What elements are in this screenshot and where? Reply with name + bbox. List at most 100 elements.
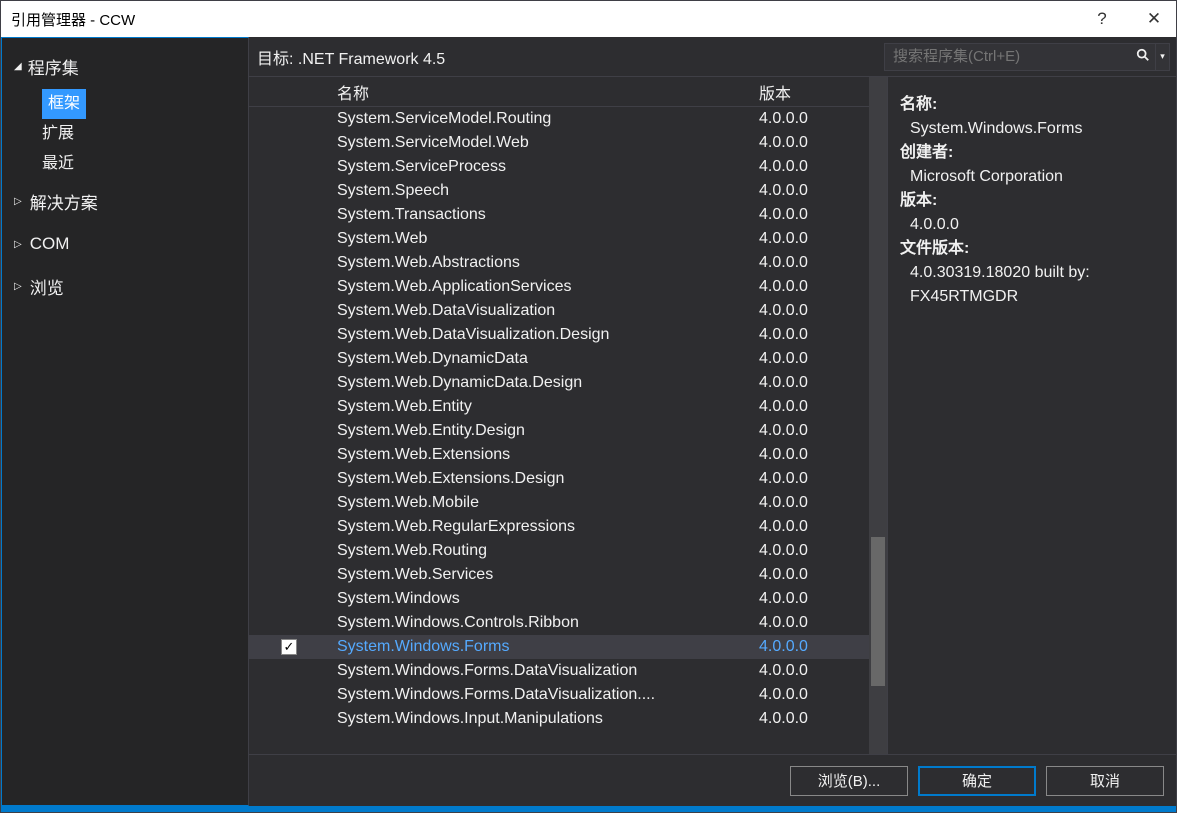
row-version: 4.0.0.0 <box>759 302 869 320</box>
row-name: System.Windows.Input.Manipulations <box>329 710 759 728</box>
detail-filever-value2: FX45RTMGDR <box>900 285 1166 309</box>
sidebar-tab-label: 程序集 <box>28 54 79 79</box>
detail-creator-value: Microsoft Corporation <box>900 165 1166 189</box>
row-name: System.Windows.Forms.DataVisualization <box>329 662 759 680</box>
row-name: System.Windows <box>329 590 759 608</box>
sidebar-group-label: COM <box>30 234 70 254</box>
col-version-header[interactable]: 版本 <box>759 80 869 104</box>
row-name: System.Web.Routing <box>329 542 759 560</box>
row-checkbox-cell[interactable]: ✓ <box>249 639 329 655</box>
cancel-button[interactable]: 取消 <box>1046 766 1164 796</box>
search-icon[interactable] <box>1131 48 1155 66</box>
row-version: 4.0.0.0 <box>759 158 869 176</box>
list-inner: 名称 版本 System.ServiceModel.Routing4.0.0.0… <box>249 77 869 754</box>
table-row[interactable]: System.Speech4.0.0.0 <box>249 179 869 203</box>
help-button[interactable]: ? <box>1090 9 1114 29</box>
row-version: 4.0.0.0 <box>759 278 869 296</box>
table-row[interactable]: System.Windows.Controls.Ribbon4.0.0.0 <box>249 611 869 635</box>
table-row[interactable]: System.Web.Mobile4.0.0.0 <box>249 491 869 515</box>
ok-button[interactable]: 确定 <box>918 766 1036 796</box>
table-row[interactable]: System.Web.DataVisualization.Design4.0.0… <box>249 323 869 347</box>
browse-button[interactable]: 浏览(B)... <box>790 766 908 796</box>
row-name: System.Web <box>329 230 759 248</box>
table-row[interactable]: System.Web4.0.0.0 <box>249 227 869 251</box>
sidebar-group-label: 浏览 <box>30 274 64 299</box>
list-body[interactable]: System.ServiceModel.Routing4.0.0.0System… <box>249 107 869 754</box>
target-value: .NET Framework 4.5 <box>298 51 445 68</box>
table-row[interactable]: System.Web.Abstractions4.0.0.0 <box>249 251 869 275</box>
sidebar-group-com[interactable]: ▷ COM <box>2 224 248 264</box>
row-version: 4.0.0.0 <box>759 206 869 224</box>
checkbox-checked-icon[interactable]: ✓ <box>281 639 297 655</box>
row-version: 4.0.0.0 <box>759 134 869 152</box>
row-version: 4.0.0.0 <box>759 590 869 608</box>
table-row[interactable]: System.Web.DataVisualization4.0.0.0 <box>249 299 869 323</box>
row-version: 4.0.0.0 <box>759 542 869 560</box>
table-row[interactable]: System.Windows4.0.0.0 <box>249 587 869 611</box>
table-row[interactable]: System.Web.Extensions.Design4.0.0.0 <box>249 467 869 491</box>
sidebar-sub: 框架 扩展 最近 <box>2 89 248 179</box>
row-version: 4.0.0.0 <box>759 182 869 200</box>
sidebar-group-browse[interactable]: ▷ 浏览 <box>2 264 248 309</box>
table-row[interactable]: System.Web.Extensions4.0.0.0 <box>249 443 869 467</box>
footer: 浏览(B)... 确定 取消 <box>249 754 1176 806</box>
table-row[interactable]: System.Web.Entity.Design4.0.0.0 <box>249 419 869 443</box>
table-row[interactable]: System.Web.RegularExpressions4.0.0.0 <box>249 515 869 539</box>
sidebar-item-recent[interactable]: 最近 <box>42 155 74 172</box>
right-pane: 目标: .NET Framework 4.5 ▾ 名称 <box>249 37 1176 806</box>
row-version: 4.0.0.0 <box>759 638 869 656</box>
list-header: 名称 版本 <box>249 77 869 107</box>
row-name: System.ServiceModel.Routing <box>329 110 759 128</box>
row-version: 4.0.0.0 <box>759 710 869 728</box>
row-name: System.ServiceModel.Web <box>329 134 759 152</box>
row-version: 4.0.0.0 <box>759 230 869 248</box>
row-name: System.Web.DataVisualization <box>329 302 759 320</box>
titlebar-controls: ? ✕ <box>1090 9 1166 29</box>
detail-version-value: 4.0.0.0 <box>900 213 1166 237</box>
sidebar-item-extensions[interactable]: 扩展 <box>42 125 74 142</box>
sidebar-group-solution[interactable]: ▷ 解决方案 <box>2 179 248 224</box>
row-name: System.Web.Entity <box>329 398 759 416</box>
sidebar-item-framework[interactable]: 框架 <box>42 89 86 119</box>
row-name: System.Web.RegularExpressions <box>329 518 759 536</box>
search-box[interactable]: ▾ <box>884 43 1170 71</box>
row-version: 4.0.0.0 <box>759 686 869 704</box>
table-row[interactable]: System.Windows.Forms.DataVisualization..… <box>249 683 869 707</box>
row-name: System.Web.Entity.Design <box>329 422 759 440</box>
main: ◢ 程序集 框架 扩展 最近 ▷ 解决方案 ▷ COM ▷ 浏览 <box>1 37 1176 806</box>
row-version: 4.0.0.0 <box>759 350 869 368</box>
target-label: 目标: .NET Framework 4.5 <box>255 45 884 69</box>
table-row[interactable]: System.ServiceModel.Web4.0.0.0 <box>249 131 869 155</box>
search-input[interactable] <box>885 48 1131 65</box>
table-row[interactable]: System.Windows.Forms.DataVisualization4.… <box>249 659 869 683</box>
row-name: System.Web.Services <box>329 566 759 584</box>
col-name-header[interactable]: 名称 <box>329 80 759 104</box>
row-version: 4.0.0.0 <box>759 398 869 416</box>
table-row[interactable]: ✓System.Windows.Forms4.0.0.0 <box>249 635 869 659</box>
scroll-thumb[interactable] <box>871 537 885 686</box>
table-row[interactable]: System.ServiceProcess4.0.0.0 <box>249 155 869 179</box>
table-row[interactable]: System.Windows.Input.Manipulations4.0.0.… <box>249 707 869 731</box>
table-row[interactable]: System.Web.Routing4.0.0.0 <box>249 539 869 563</box>
table-row[interactable]: System.Web.DynamicData.Design4.0.0.0 <box>249 371 869 395</box>
row-name: System.Web.DynamicData.Design <box>329 374 759 392</box>
row-version: 4.0.0.0 <box>759 470 869 488</box>
row-name: System.Speech <box>329 182 759 200</box>
table-row[interactable]: System.Web.ApplicationServices4.0.0.0 <box>249 275 869 299</box>
row-name: System.Windows.Forms.DataVisualization..… <box>329 686 759 704</box>
table-row[interactable]: System.Web.Entity4.0.0.0 <box>249 395 869 419</box>
row-name: System.Web.ApplicationServices <box>329 278 759 296</box>
detail-name-label: 名称: <box>900 93 1166 117</box>
table-row[interactable]: System.Web.Services4.0.0.0 <box>249 563 869 587</box>
table-row[interactable]: System.Web.DynamicData4.0.0.0 <box>249 347 869 371</box>
row-name: System.Web.DataVisualization.Design <box>329 326 759 344</box>
search-dropdown-icon[interactable]: ▾ <box>1155 44 1169 70</box>
table-row[interactable]: System.Transactions4.0.0.0 <box>249 203 869 227</box>
detail-version-label: 版本: <box>900 189 1166 213</box>
detail-creator-label: 创建者: <box>900 141 1166 165</box>
close-button[interactable]: ✕ <box>1142 9 1166 29</box>
row-name: System.Windows.Controls.Ribbon <box>329 614 759 632</box>
scrollbar[interactable] <box>869 77 887 754</box>
table-row[interactable]: System.ServiceModel.Routing4.0.0.0 <box>249 107 869 131</box>
sidebar-tab-assemblies[interactable]: ◢ 程序集 <box>2 48 248 89</box>
